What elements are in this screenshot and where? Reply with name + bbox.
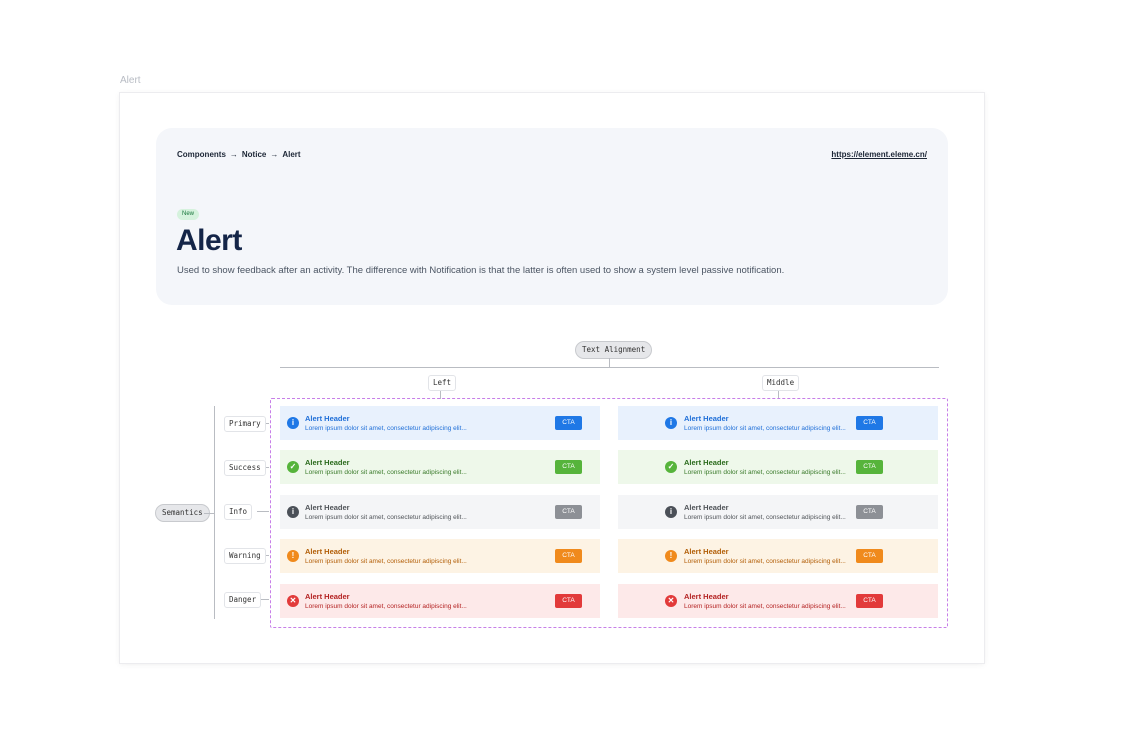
exclamation-icon: ! bbox=[665, 550, 677, 562]
alert-body: Lorem ipsum dolor sit amet, consectetur … bbox=[684, 603, 846, 610]
connector-line bbox=[257, 511, 269, 512]
alert-body: Lorem ipsum dolor sit amet, consectetur … bbox=[305, 469, 467, 476]
alert-body: Lorem ipsum dolor sit amet, consectetur … bbox=[684, 558, 846, 565]
exclamation-icon: ! bbox=[287, 550, 299, 562]
alert-body: Lorem ipsum dolor sit amet, consectetur … bbox=[305, 514, 467, 521]
semantic-info-tag: Info bbox=[224, 504, 253, 520]
alignment-middle-tag: Middle bbox=[762, 375, 800, 391]
arrow-right-icon: → bbox=[229, 150, 238, 159]
alert-header: Alert Header bbox=[684, 503, 729, 512]
cta-button[interactable]: CTA bbox=[856, 505, 883, 519]
cta-button[interactable]: CTA bbox=[555, 549, 582, 563]
cta-button[interactable]: CTA bbox=[555, 460, 582, 474]
alert-primary-left: i Alert Header Lorem ipsum dolor sit ame… bbox=[280, 406, 600, 440]
check-circle-icon: ✓ bbox=[287, 461, 299, 473]
breadcrumb: Components → Notice → Alert bbox=[177, 150, 301, 159]
alert-success-middle: ✓ Alert Header Lorem ipsum dolor sit ame… bbox=[618, 450, 938, 484]
alignment-left-tag: Left bbox=[428, 375, 457, 391]
page-description: Used to show feedback after an activity.… bbox=[177, 265, 785, 276]
close-circle-icon: ✕ bbox=[665, 595, 677, 607]
alert-warning-middle: ! Alert Header Lorem ipsum dolor sit ame… bbox=[618, 539, 938, 573]
info-icon: i bbox=[287, 417, 299, 429]
frame-label: Alert bbox=[120, 75, 141, 86]
alert-body: Lorem ipsum dolor sit amet, consectetur … bbox=[684, 425, 846, 432]
alert-success-left: ✓ Alert Header Lorem ipsum dolor sit ame… bbox=[280, 450, 600, 484]
arrow-right-icon: → bbox=[270, 150, 279, 159]
text-alignment-tag: Text Alignment bbox=[575, 341, 653, 359]
page-title: Alert bbox=[176, 224, 242, 257]
semantics-bar bbox=[214, 406, 215, 619]
alert-body: Lorem ipsum dolor sit amet, consectetur … bbox=[305, 425, 467, 432]
alert-header: Alert Header bbox=[684, 414, 729, 423]
semantic-warning-tag: Warning bbox=[224, 548, 266, 564]
alert-body: Lorem ipsum dolor sit amet, consectetur … bbox=[684, 514, 846, 521]
alert-info-middle: i Alert Header Lorem ipsum dolor sit ame… bbox=[618, 495, 938, 529]
element-docs-link[interactable]: https://element.eleme.cn/ bbox=[831, 150, 927, 159]
semantic-danger-tag: Danger bbox=[224, 592, 262, 608]
breadcrumb-components[interactable]: Components bbox=[177, 150, 226, 159]
alert-primary-middle: i Alert Header Lorem ipsum dolor sit ame… bbox=[618, 406, 938, 440]
alert-danger-left: ✕ Alert Header Lorem ipsum dolor sit ame… bbox=[280, 584, 600, 618]
alert-header: Alert Header bbox=[305, 503, 350, 512]
cta-button[interactable]: CTA bbox=[856, 416, 883, 430]
hero-banner: Components → Notice → Alert https://elem… bbox=[156, 128, 948, 305]
info-icon: i bbox=[665, 417, 677, 429]
breadcrumb-alert[interactable]: Alert bbox=[282, 150, 300, 159]
check-circle-icon: ✓ bbox=[665, 461, 677, 473]
alignment-bar bbox=[280, 367, 939, 368]
info-icon: i bbox=[287, 506, 299, 518]
alert-header: Alert Header bbox=[684, 592, 729, 601]
semantic-success-tag: Success bbox=[224, 460, 266, 476]
cta-button[interactable]: CTA bbox=[856, 460, 883, 474]
info-icon: i bbox=[665, 506, 677, 518]
alert-header: Alert Header bbox=[684, 458, 729, 467]
alert-header: Alert Header bbox=[305, 547, 350, 556]
new-badge: New bbox=[177, 209, 200, 220]
alert-header: Alert Header bbox=[305, 414, 350, 423]
semantic-primary-tag: Primary bbox=[224, 416, 266, 432]
alert-body: Lorem ipsum dolor sit amet, consectetur … bbox=[684, 469, 846, 476]
alert-body: Lorem ipsum dolor sit amet, consectetur … bbox=[305, 603, 467, 610]
alert-body: Lorem ipsum dolor sit amet, consectetur … bbox=[305, 558, 467, 565]
cta-button[interactable]: CTA bbox=[856, 549, 883, 563]
alert-danger-middle: ✕ Alert Header Lorem ipsum dolor sit ame… bbox=[618, 584, 938, 618]
alert-warning-left: ! Alert Header Lorem ipsum dolor sit ame… bbox=[280, 539, 600, 573]
cta-button[interactable]: CTA bbox=[555, 594, 582, 608]
cta-button[interactable]: CTA bbox=[555, 416, 582, 430]
alert-header: Alert Header bbox=[305, 592, 350, 601]
cta-button[interactable]: CTA bbox=[856, 594, 883, 608]
alert-header: Alert Header bbox=[305, 458, 350, 467]
alert-info-left: i Alert Header Lorem ipsum dolor sit ame… bbox=[280, 495, 600, 529]
cta-button[interactable]: CTA bbox=[555, 505, 582, 519]
alert-header: Alert Header bbox=[684, 547, 729, 556]
breadcrumb-notice[interactable]: Notice bbox=[242, 150, 266, 159]
semantics-tag: Semantics bbox=[155, 504, 210, 522]
close-circle-icon: ✕ bbox=[287, 595, 299, 607]
alert-frame: Components → Notice → Alert https://elem… bbox=[120, 93, 984, 663]
